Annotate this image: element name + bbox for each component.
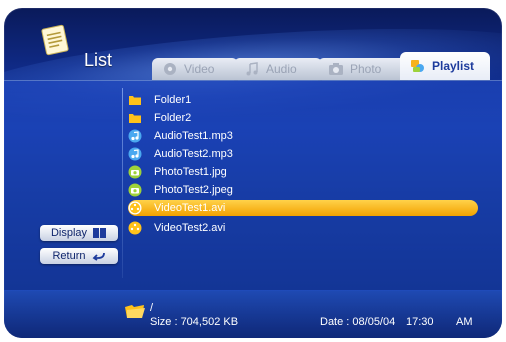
music-note-icon bbox=[246, 62, 258, 76]
display-button-label: Display bbox=[50, 227, 88, 239]
tab-photo-label: Photo bbox=[350, 62, 382, 76]
audio-file-icon bbox=[128, 129, 142, 143]
list-item-audiotest2[interactable]: AudioTest2.mp3 bbox=[128, 146, 478, 162]
list-item-videotest1[interactable]: VideoTest1.avi bbox=[128, 200, 478, 216]
folder-icon bbox=[129, 96, 141, 105]
time-display: 17:30 bbox=[406, 316, 434, 328]
book-icon bbox=[93, 228, 107, 238]
list-item-label: Folder2 bbox=[154, 112, 192, 124]
media-player-screen: List Video Audio Photo Playlist Folder1 … bbox=[4, 8, 502, 338]
return-button-label: Return bbox=[52, 250, 86, 262]
date-display: Date : 08/05/04 bbox=[320, 316, 396, 328]
audio-file-icon bbox=[128, 147, 142, 161]
tab-video-label: Video bbox=[184, 62, 215, 76]
open-folder-icon bbox=[125, 305, 145, 318]
page-title: List bbox=[84, 50, 113, 70]
list-item-label: PhotoTest1.jpg bbox=[154, 166, 227, 178]
tab-playlist[interactable]: Playlist bbox=[400, 52, 490, 80]
photo-file-icon bbox=[128, 165, 142, 179]
list-item-phototest2[interactable]: PhotoTest2.jpeg bbox=[128, 182, 478, 198]
photo-file-icon bbox=[128, 183, 142, 197]
status-bar: / Size : 704,502 KB Date : 08/05/04 17:3… bbox=[40, 300, 480, 332]
ampm-display: AM bbox=[456, 316, 473, 328]
file-size: Size : 704,502 KB bbox=[150, 316, 239, 328]
camera-icon bbox=[329, 63, 343, 75]
list-item-phototest1[interactable]: PhotoTest1.jpg bbox=[128, 164, 478, 180]
current-path: / bbox=[150, 302, 154, 314]
tab-audio-label: Audio bbox=[266, 62, 297, 76]
tab-photo[interactable]: Photo bbox=[318, 58, 408, 80]
list-item-label: VideoTest2.avi bbox=[154, 222, 226, 234]
display-button[interactable]: Display bbox=[40, 225, 118, 241]
tab-video[interactable]: Video bbox=[152, 58, 238, 80]
list-item-videotest2[interactable]: VideoTest2.avi bbox=[128, 220, 478, 236]
panel-divider bbox=[122, 88, 123, 278]
folder-icon bbox=[129, 114, 141, 123]
video-file-icon bbox=[128, 221, 142, 235]
list-item-audiotest1[interactable]: AudioTest1.mp3 bbox=[128, 128, 478, 144]
list-item-folder2[interactable]: Folder2 bbox=[128, 110, 478, 126]
list-item-folder1[interactable]: Folder1 bbox=[128, 92, 478, 108]
list-document-icon bbox=[41, 24, 69, 56]
video-icon bbox=[164, 63, 176, 75]
tab-playlist-label: Playlist bbox=[432, 59, 475, 73]
return-button[interactable]: Return bbox=[40, 248, 118, 264]
list-item-label: VideoTest1.avi bbox=[154, 202, 226, 214]
list-item-label: AudioTest1.mp3 bbox=[154, 130, 233, 142]
playlist-icon bbox=[411, 60, 424, 72]
list-item-label: Folder1 bbox=[154, 94, 192, 106]
video-file-icon bbox=[128, 201, 142, 215]
list-item-label: AudioTest2.mp3 bbox=[154, 148, 233, 160]
return-arrow-icon bbox=[92, 252, 105, 261]
tab-audio[interactable]: Audio bbox=[234, 58, 322, 80]
list-item-label: PhotoTest2.jpeg bbox=[154, 184, 233, 196]
